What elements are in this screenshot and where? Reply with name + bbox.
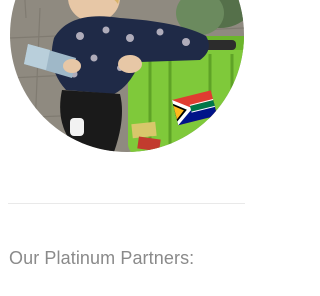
page: Our Platinum Partners: [0,0,245,296]
partners-heading: Our Platinum Partners: [9,248,195,268]
section-divider [8,203,245,204]
hand [118,55,142,73]
sticker [131,121,157,139]
sock [70,118,84,136]
traveler-photo-illustration [10,0,244,152]
trousers [60,90,122,152]
profile-photo [10,0,244,152]
hand [63,59,81,73]
